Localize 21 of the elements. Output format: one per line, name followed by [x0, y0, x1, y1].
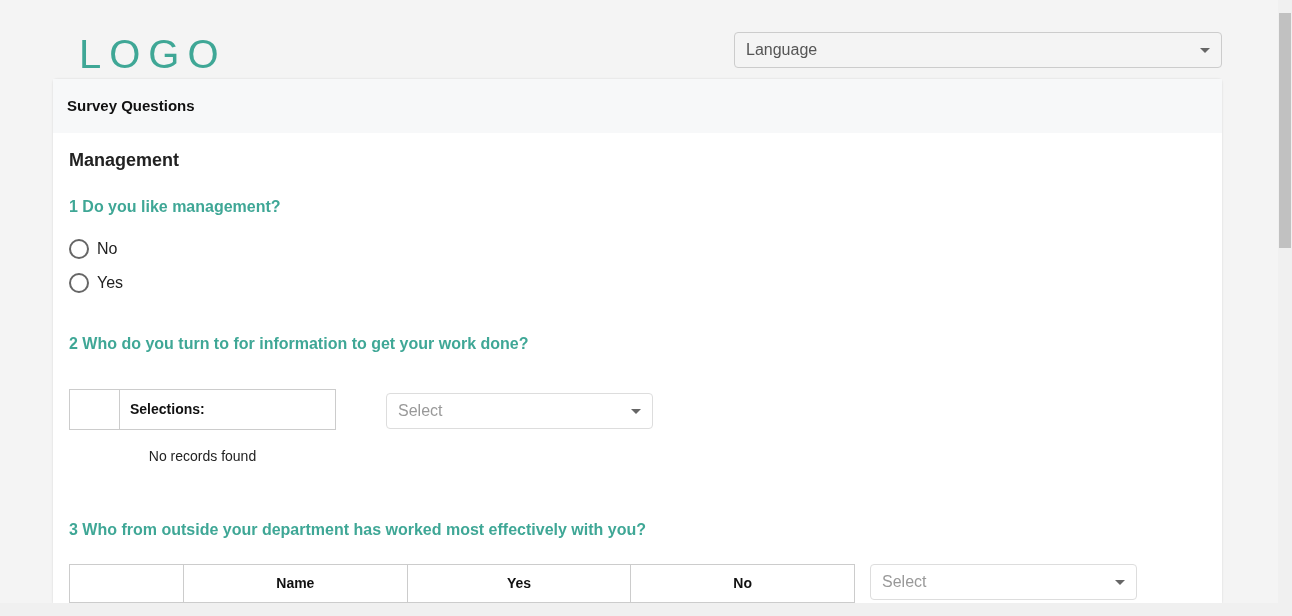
radio-button[interactable] [69, 239, 89, 259]
table-header-cell: No [630, 565, 854, 602]
table-header-cell-text: Selections: [129, 400, 206, 419]
vertical-scrollbar[interactable] [1278, 0, 1292, 616]
section-heading: Management [69, 149, 181, 171]
radio-option[interactable]: No [69, 237, 118, 261]
radio-option[interactable]: Yes [69, 271, 124, 295]
question-title: 3 Who from outside your department has worked most effectively with you? [69, 520, 647, 540]
language-dropdown[interactable]: Language [734, 32, 1222, 68]
radio-button[interactable] [69, 273, 89, 293]
caret-icon [631, 408, 641, 414]
question-title: 2 Who do you turn to for information to get your work done? [69, 334, 530, 354]
caret-icon [1200, 47, 1210, 53]
card-title: Survey Questions [67, 95, 195, 116]
question-title: 1 Do you like management? [69, 197, 282, 217]
logo: LOGO [79, 34, 227, 74]
caret-icon [1115, 579, 1125, 585]
table-header-cell: Name [183, 565, 407, 602]
empty-message: No records found [148, 447, 257, 466]
horizontal-scrollbar[interactable] [0, 603, 1278, 616]
table-header-cell: Yes [406, 565, 631, 602]
